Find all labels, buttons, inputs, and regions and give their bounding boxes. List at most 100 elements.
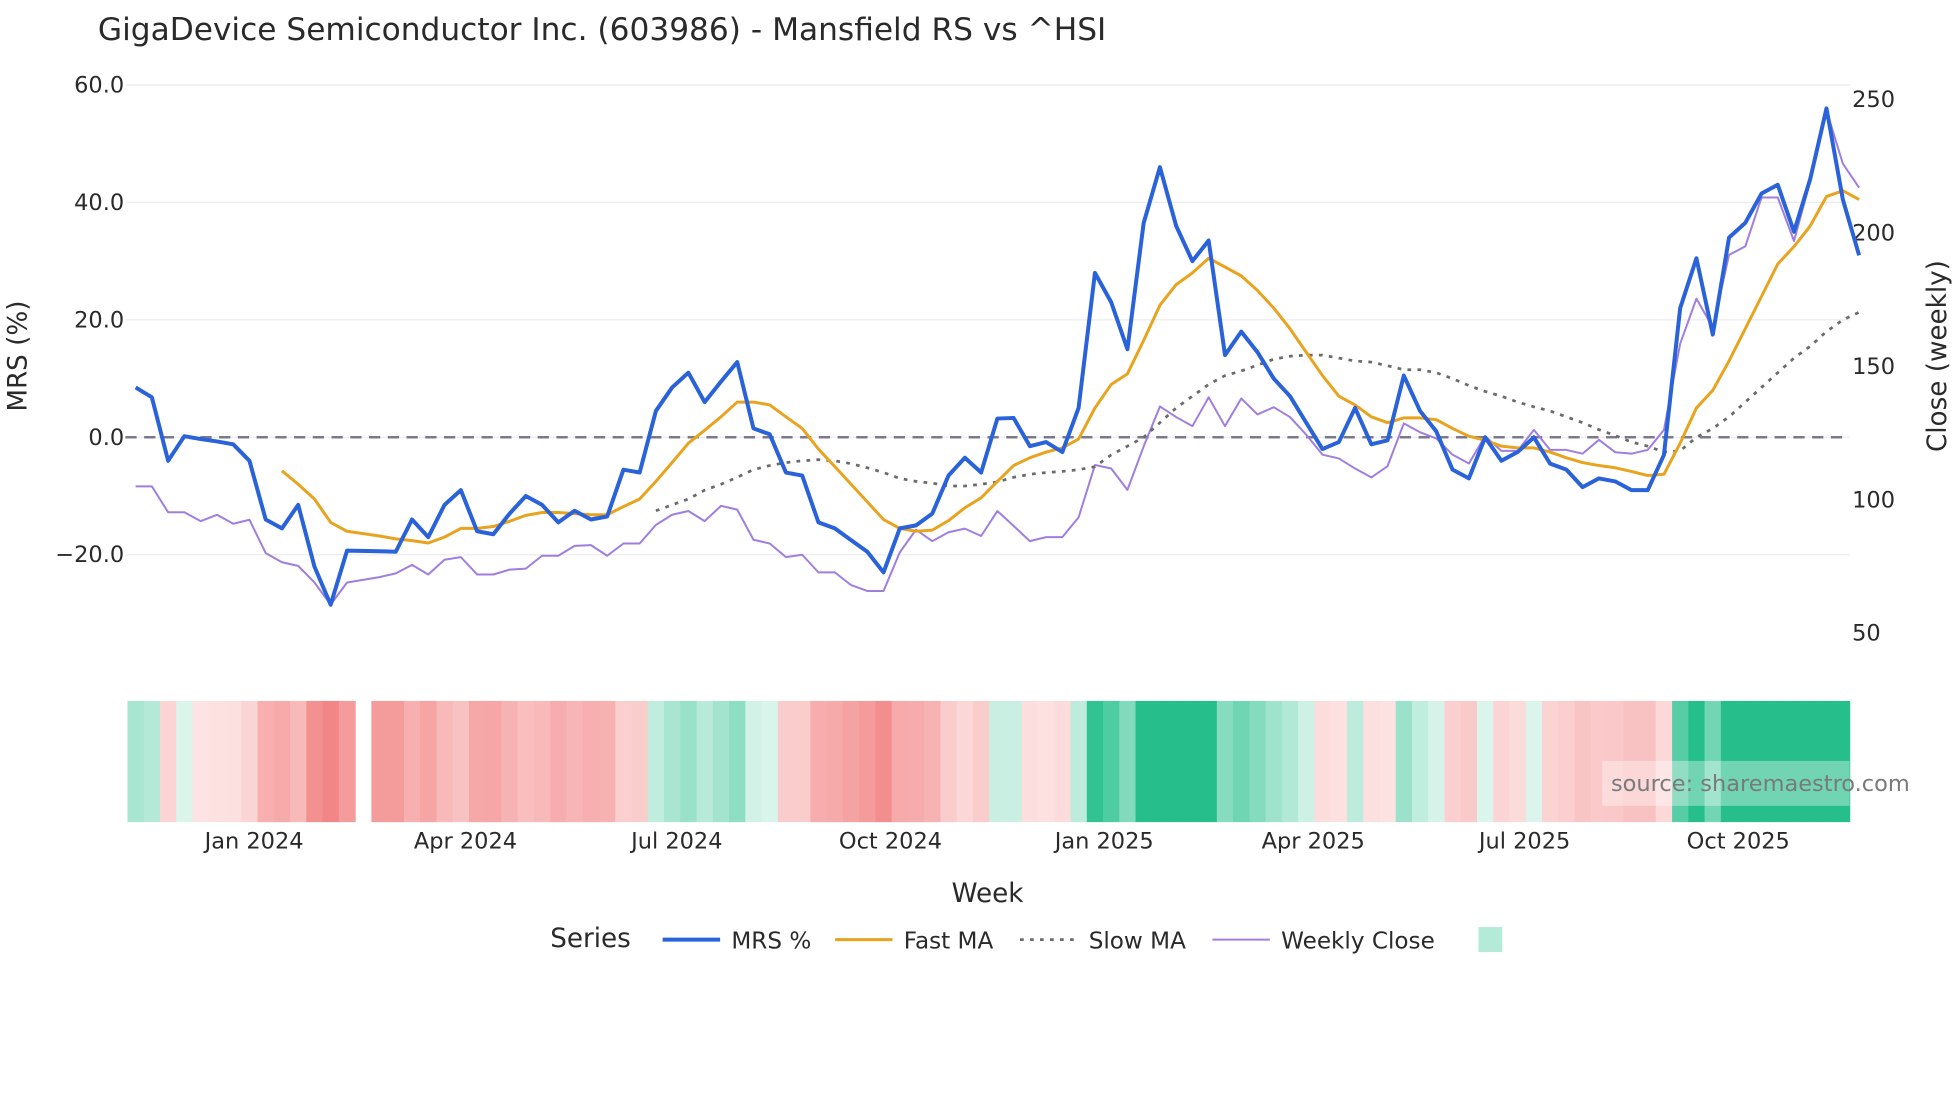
heatmap-cell	[452, 700, 470, 823]
heatmap-cell	[696, 700, 714, 823]
x-axis-title: Week	[952, 879, 1025, 909]
heatmap-cell	[1493, 700, 1511, 823]
y-axis-title: MRS (%)	[4, 300, 34, 411]
heatmap-cell	[192, 700, 210, 823]
heatmap-cell	[257, 700, 275, 823]
heatmap-cell	[1346, 700, 1364, 823]
heatmap-cell	[1005, 700, 1023, 823]
heatmap-cell	[403, 700, 421, 823]
heatmap-cell	[1542, 700, 1559, 823]
heatmap-cell	[1119, 700, 1137, 823]
heatmap-cell	[517, 700, 535, 823]
legend-swatch-heatmap[interactable]	[1478, 927, 1503, 953]
series-line-weekly-close	[135, 109, 1860, 606]
heatmap-cell	[1281, 700, 1299, 823]
heatmap-cell	[826, 700, 844, 823]
x-tick-label: Jul 2024	[629, 828, 722, 854]
heatmap-cell	[1200, 700, 1218, 823]
heatmap-cell	[501, 700, 519, 823]
y2-tick-label: 200	[1852, 221, 1895, 247]
series-line-fast-ma	[280, 189, 1860, 545]
heatmap-cell	[1168, 700, 1185, 823]
x-tick-label: Apr 2024	[414, 828, 517, 854]
heatmap-cell	[729, 700, 746, 823]
heatmap-cell	[582, 700, 600, 823]
heatmap-cell	[1070, 700, 1088, 823]
x-tick-label: Jul 2025	[1477, 828, 1570, 854]
heatmap-cell	[745, 700, 763, 823]
y2-tick-label: 100	[1852, 487, 1895, 513]
x-tick-label: Jan 2024	[203, 828, 304, 854]
watermark: source: sharemaestro.com	[1602, 760, 1910, 806]
legend-title: Series	[550, 924, 631, 954]
heatmap-cell	[1428, 700, 1446, 823]
legend-item-label[interactable]: Slow MA	[1089, 928, 1186, 954]
y-tick-label: 20.0	[74, 307, 124, 333]
heatmap-cell	[1444, 700, 1462, 823]
heatmap-cell	[1151, 700, 1169, 823]
heatmap-cell	[338, 700, 356, 823]
heatmap-cell	[420, 700, 438, 823]
heatmap-cell	[566, 700, 584, 823]
heatmap-cell	[1021, 700, 1039, 823]
heatmap-cell	[924, 700, 942, 823]
heatmap-cell	[436, 700, 454, 823]
heatmap-cell	[1460, 700, 1478, 823]
heatmap-cell	[1363, 700, 1381, 823]
y2-tick-label: 150	[1852, 354, 1895, 380]
heatmap-cell	[1216, 700, 1234, 823]
heatmap-cell	[1574, 700, 1592, 823]
heatmap-cell	[615, 700, 633, 823]
heatmap-cell	[891, 700, 909, 823]
chart-title: GigaDevice Semiconductor Inc. (603986) -…	[98, 12, 1106, 48]
heatmap-cell	[859, 700, 877, 823]
y2-axis-title: Close (weekly)	[1923, 260, 1953, 452]
heatmap-cell	[631, 700, 649, 823]
heatmap-cell	[1558, 700, 1576, 823]
heatmap-cell	[550, 700, 568, 823]
heatmap-cell	[1476, 700, 1494, 823]
series-line-slow-ma	[655, 310, 1860, 513]
x-tick-label: Jan 2025	[1053, 828, 1154, 854]
y-tick-label: 40.0	[74, 190, 124, 216]
series-lines	[134, 106, 1862, 607]
legend-item-label[interactable]: Weekly Close	[1281, 928, 1435, 954]
heatmap-cell	[241, 700, 259, 823]
heatmap-cell	[972, 700, 990, 823]
y-axis-right: 250 200 150 100 50	[1852, 87, 1895, 647]
heatmap-cell	[1395, 700, 1413, 823]
heatmap-cell	[810, 700, 828, 823]
heatmap-cell	[712, 700, 730, 823]
watermark-text: source: sharemaestro.com	[1611, 771, 1910, 797]
heatmap-cell	[680, 700, 698, 823]
heatmap-cell	[225, 700, 242, 823]
heatmap-cell	[956, 700, 974, 823]
legend-item-label[interactable]: Fast MA	[904, 928, 994, 954]
mrs-chart: GigaDevice Semiconductor Inc. (603986) -…	[4, 12, 1953, 954]
y-tick-label: −20.0	[55, 542, 124, 568]
heatmap-cell	[1314, 700, 1332, 823]
heatmap-cell	[371, 700, 389, 823]
x-tick-label: Oct 2024	[839, 828, 942, 854]
heatmap-cell	[127, 700, 145, 823]
heatmap-cell	[842, 700, 860, 823]
heatmap-cell	[1249, 700, 1267, 823]
heatmap-cell	[1379, 700, 1397, 823]
y-axis-left: 60.0 40.0 20.0 0.0 −20.0	[55, 72, 124, 568]
heatmap-cell	[599, 700, 616, 823]
heatmap-cell	[1184, 700, 1202, 823]
heatmap-cell	[1135, 700, 1153, 823]
heatmap-cell	[160, 700, 177, 823]
heatmap-cell	[533, 700, 551, 823]
heatmap-cell	[1298, 700, 1316, 823]
heatmap-cell	[1525, 700, 1543, 823]
series-line-mrs	[134, 106, 1862, 607]
heatmap-cell	[322, 700, 340, 823]
heatmap-cell	[794, 700, 811, 823]
heatmap-cell	[1330, 700, 1348, 823]
heatmap-cell	[273, 700, 291, 823]
heatmap-cell	[306, 700, 324, 823]
legend-item-label[interactable]: MRS %	[731, 928, 811, 954]
x-tick-label: Oct 2025	[1687, 828, 1790, 854]
heatmap-cell	[647, 700, 665, 823]
